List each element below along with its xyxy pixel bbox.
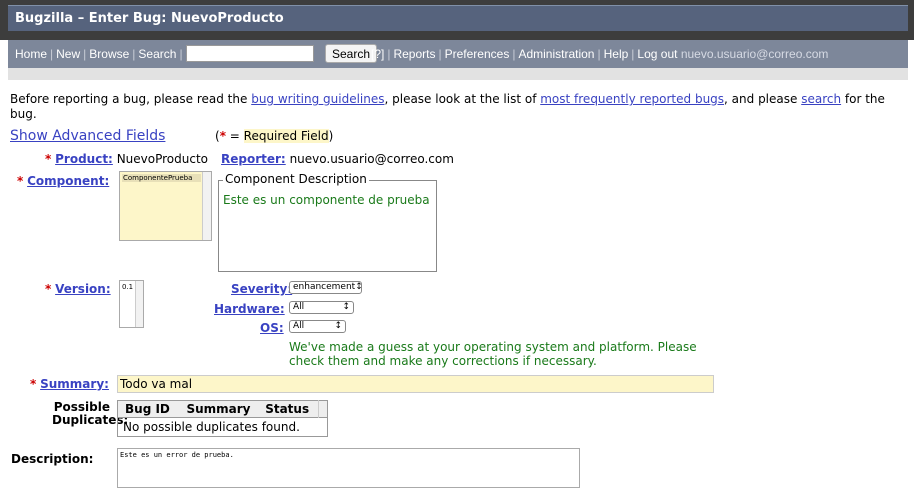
- reporter-label[interactable]: Reporter:: [221, 152, 286, 166]
- os-select[interactable]: All ↕: [289, 320, 346, 333]
- required-star: *: [45, 282, 52, 296]
- nav-separator: |: [597, 47, 601, 61]
- possible-duplicates-label: Possible Duplicates:: [52, 400, 128, 427]
- summary-label[interactable]: Summary:: [40, 377, 109, 391]
- intro-text-part: bug.: [10, 107, 37, 121]
- intro-text-part: , please look at the list of: [384, 92, 541, 106]
- enter-bug-form: Before reporting a bug, please read the …: [8, 80, 908, 488]
- table-header-row: Bug ID Summary Status: [117, 400, 328, 418]
- intro-text-part: Before reporting a bug, please read the: [10, 92, 252, 106]
- component-description-title: Component Description: [223, 172, 369, 186]
- quicksearch-help-link[interactable]: [?]: [371, 47, 384, 61]
- search-button[interactable]: Search: [325, 44, 378, 63]
- table-row: No possible duplicates found.: [117, 417, 328, 437]
- intro-text: Before reporting a bug, please read the …: [10, 92, 905, 122]
- summary-input[interactable]: [117, 375, 714, 393]
- nav-search[interactable]: Search: [138, 47, 176, 61]
- component-row: * Component:: [17, 174, 109, 188]
- nav-separator: |: [50, 47, 54, 61]
- platform-guess-line: check them and make any corrections if n…: [289, 354, 597, 368]
- nav-administration[interactable]: Administration: [518, 47, 594, 61]
- nav-browse[interactable]: Browse: [89, 47, 129, 61]
- no-duplicates-message: No possible duplicates found.: [117, 417, 328, 437]
- severity-value: enhancement: [293, 282, 356, 292]
- required-field-note: (* = Required Field): [215, 129, 333, 143]
- duplicates-table: Bug ID Summary Status No possible duplic…: [117, 400, 328, 437]
- required-note-eq: =: [225, 129, 244, 143]
- search-link[interactable]: search: [801, 92, 841, 106]
- os-value: All: [293, 321, 305, 331]
- description-textarea[interactable]: Este es un error de prueba.: [117, 448, 580, 488]
- current-user: nuevo.usuario@correo.com: [680, 47, 829, 61]
- component-listbox[interactable]: ComponentePrueba: [119, 171, 212, 241]
- os-label[interactable]: OS:: [260, 321, 284, 335]
- reporter-value: nuevo.usuario@correo.com: [289, 152, 454, 166]
- severity-select[interactable]: enhancement ↕: [289, 281, 363, 294]
- intro-text-part: , and please: [724, 92, 802, 106]
- listbox-scrollbar[interactable]: [202, 172, 211, 240]
- select-arrows-icon: ↕: [334, 321, 342, 331]
- nav-logout[interactable]: Log out: [637, 47, 677, 61]
- component-description-text: Este es un componente de prueba: [223, 193, 430, 207]
- component-label[interactable]: Component:: [27, 174, 109, 188]
- severity-label[interactable]: Severity:: [231, 282, 292, 296]
- version-label[interactable]: Version:: [55, 282, 111, 296]
- nav-reports[interactable]: Reports: [393, 47, 435, 61]
- required-note-paren: ): [328, 129, 334, 143]
- hardware-label[interactable]: Hardware:: [214, 302, 285, 316]
- required-note-text: Required Field: [243, 129, 329, 143]
- show-advanced-fields-link[interactable]: Show Advanced Fields: [10, 128, 165, 144]
- required-star: *: [45, 152, 52, 166]
- nav-home[interactable]: Home: [15, 47, 47, 61]
- nav-separator: |: [83, 47, 87, 61]
- nav-preferences[interactable]: Preferences: [445, 47, 510, 61]
- bug-writing-guidelines-link[interactable]: bug writing guidelines: [251, 92, 384, 106]
- platform-guess-line: We've made a guess at your operating sys…: [289, 340, 697, 354]
- version-listbox[interactable]: 0.1: [119, 280, 144, 328]
- description-text: Este es un error de prueba.: [120, 451, 234, 459]
- required-star: *: [30, 377, 37, 391]
- column-header: Status: [265, 402, 310, 416]
- platform-guess-note: We've made a guess at your operating sys…: [289, 340, 697, 368]
- description-label: Description:: [11, 452, 94, 466]
- product-label[interactable]: Product:: [55, 152, 113, 166]
- nav-separator: |: [438, 47, 442, 61]
- column-header: Summary: [186, 402, 251, 416]
- nav-bar: Home | New | Browse | Search | Search [?] | Repor…: [8, 40, 908, 68]
- component-option[interactable]: ComponentePrueba: [122, 174, 201, 182]
- column-header: [318, 400, 328, 418]
- product-value: NuevoProducto: [116, 152, 208, 166]
- frequent-bugs-link[interactable]: most frequently reported bugs: [540, 92, 724, 106]
- nav-new[interactable]: New: [56, 47, 80, 61]
- summary-row: * Summary:: [30, 377, 109, 391]
- hardware-select[interactable]: All ↕: [289, 301, 354, 314]
- reporter-row: Reporter: nuevo.usuario@correo.com: [221, 152, 454, 166]
- header-divider: [8, 68, 908, 80]
- nav-help[interactable]: Help: [604, 47, 629, 61]
- select-arrows-icon: ↕: [355, 282, 363, 292]
- dup-label-line: Possible: [53, 400, 110, 414]
- nav-separator: |: [179, 47, 183, 61]
- version-row: * Version:: [45, 282, 111, 296]
- page-title: Bugzilla – Enter Bug: NuevoProducto: [8, 5, 908, 31]
- listbox-scrollbar[interactable]: [135, 281, 143, 327]
- hardware-value: All: [293, 302, 305, 312]
- required-star: *: [17, 174, 24, 188]
- intro-text-part: for the: [841, 92, 885, 106]
- product-row: * Product: NuevoProducto: [45, 152, 208, 166]
- select-arrows-icon: ↕: [342, 302, 350, 312]
- quick-search-input[interactable]: [186, 45, 314, 62]
- column-header: Bug ID: [125, 402, 170, 416]
